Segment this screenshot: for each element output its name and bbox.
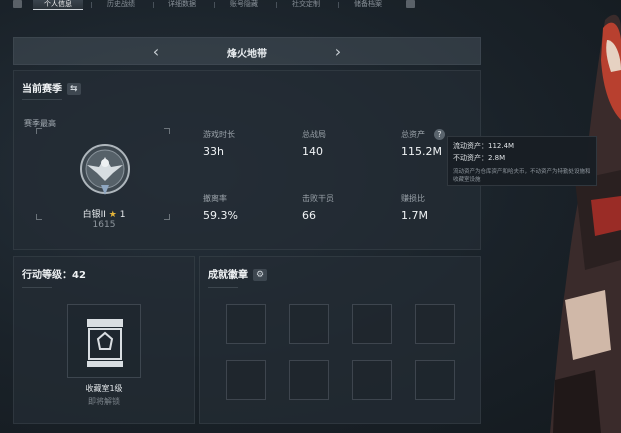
- badge-slot[interactable]: [289, 304, 329, 344]
- map-selector: ‹ 烽火地带 ›: [13, 37, 481, 65]
- tab-separator: [91, 2, 92, 8]
- divider: [22, 287, 52, 288]
- kills-value: 66: [302, 209, 316, 222]
- profit-ratio-label: 赚损比: [401, 194, 425, 203]
- badge-slot[interactable]: [415, 304, 455, 344]
- season-title: 当前赛季: [22, 84, 62, 95]
- playtime-value: 33h: [203, 145, 224, 158]
- divider: [22, 99, 62, 100]
- rank-tier: 白银II: [82, 210, 106, 220]
- tab-bar: 个人信息 历史战绩 详细数据 账号隐藏 社交定制 储备档案: [0, 0, 621, 14]
- vault-name: 收藏室1级: [85, 384, 123, 393]
- badges-header: 成就徽章 ⚙: [208, 266, 268, 281]
- tab-archive[interactable]: 储备档案: [346, 0, 390, 10]
- map-title: 烽火地带: [227, 49, 267, 60]
- badge-slot[interactable]: [226, 360, 266, 400]
- extract-rate-label: 撤离率: [203, 194, 227, 203]
- badge-slot[interactable]: [352, 304, 392, 344]
- tooltip-description: 流动资产为仓库资产和哈夫币，不动资产为特勤处设施和收藏室设施: [453, 169, 591, 183]
- frame-corner: [164, 128, 170, 134]
- tab-social[interactable]: 社交定制: [284, 0, 328, 10]
- frame-corner: [164, 214, 170, 220]
- swap-icon[interactable]: ⇆: [67, 83, 81, 95]
- help-icon[interactable]: ?: [434, 129, 445, 140]
- tooltip-fixed-assets: 不动资产：2.8M: [453, 154, 506, 162]
- matches-label: 总战局: [302, 130, 326, 139]
- badge-slot[interactable]: [226, 304, 266, 344]
- badge-slot[interactable]: [352, 360, 392, 400]
- next-map-button[interactable]: ›: [330, 43, 346, 61]
- playtime-label: 游戏时长: [203, 130, 235, 139]
- left-corner-icon[interactable]: [13, 0, 22, 8]
- right-corner-icon[interactable]: [406, 0, 415, 8]
- badge-slot[interactable]: [415, 360, 455, 400]
- assets-value: 115.2M: [401, 145, 442, 158]
- assets-tooltip: 流动资产：112.4M 不动资产：2.8M 流动资产为仓库资产和哈夫币，不动资产…: [447, 136, 597, 186]
- tab-account-hide[interactable]: 账号隐藏: [222, 0, 266, 10]
- silver-rank-medal-icon: [80, 144, 130, 195]
- tooltip-liquid-assets: 流动资产：112.4M: [453, 142, 515, 150]
- divider: [208, 287, 238, 288]
- assets-label: 总资产: [401, 130, 425, 139]
- vault-icon: [87, 319, 123, 367]
- rank-name: 白银II ★ 1: [64, 207, 144, 220]
- tab-separator: [214, 2, 215, 8]
- frame-corner: [36, 214, 42, 220]
- tab-history[interactable]: 历史战绩: [100, 0, 142, 10]
- vault-card[interactable]: [67, 304, 141, 378]
- kills-label: 击败干员: [302, 194, 334, 203]
- operator-character: [550, 14, 621, 433]
- extract-rate-value: 59.3%: [203, 209, 238, 222]
- star-icon: ★: [108, 210, 117, 220]
- tab-separator: [338, 2, 339, 8]
- rank-level: 1: [119, 210, 126, 220]
- matches-value: 140: [302, 145, 323, 158]
- frame-corner: [36, 128, 42, 134]
- rank-score: 1615: [92, 220, 116, 230]
- tab-separator: [276, 2, 277, 8]
- badges-title: 成就徽章: [208, 270, 248, 281]
- profit-ratio-value: 1.7M: [401, 209, 428, 222]
- action-level-title: 行动等级：42: [22, 270, 86, 281]
- tab-personal-info[interactable]: 个人信息: [33, 0, 83, 10]
- season-panel-header: 当前赛季 ⇆: [22, 80, 81, 95]
- gear-icon[interactable]: ⚙: [253, 269, 268, 281]
- tab-separator: [153, 2, 154, 8]
- badge-slot[interactable]: [289, 360, 329, 400]
- tab-detail-data[interactable]: 详细数据: [160, 0, 204, 10]
- vault-status: 即将解锁: [88, 397, 120, 406]
